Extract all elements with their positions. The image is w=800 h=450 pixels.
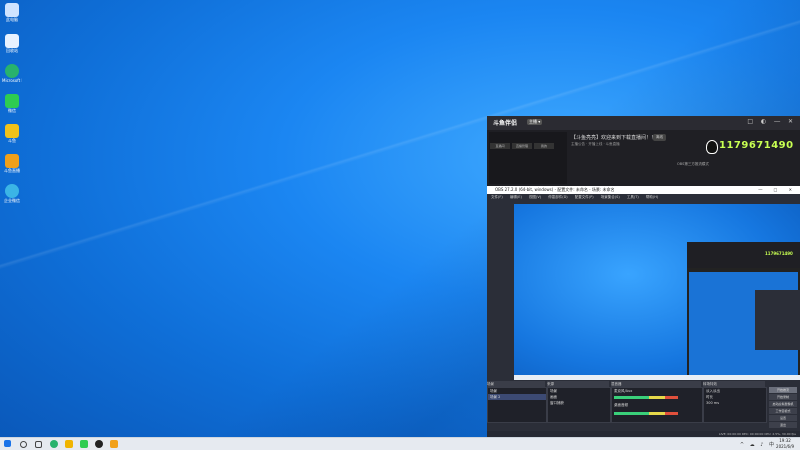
douyu-shortcut[interactable]: 斗鱼 [2,124,22,150]
transition-duration-input[interactable]: 300 ms [704,400,766,406]
nested-qq-number: 1179671490 [765,251,793,256]
menu-help[interactable]: 帮助(H) [646,195,658,199]
wecom-shortcut[interactable]: 企业微信 [2,184,22,210]
audio-mixer: 麦克风/Aux 桌面音频 [611,387,703,423]
wechat-icon [5,94,19,108]
window-controls[interactable]: □ ◐ ― ✕ [747,118,796,125]
trash-icon [5,34,19,48]
obs-window-controls[interactable]: ― □ ✕ [758,186,797,194]
computer-icon [5,3,19,17]
mixer-track-name: 麦克风/Aux [614,389,633,393]
nested-capture: 1179671490 [687,242,800,380]
douyu-titlebar: 斗鱼伴侣 主播 ▾ □ ◐ ― ✕ [487,116,800,130]
exit-button[interactable]: 退出 [769,422,797,428]
edge-shortcut[interactable]: Microsoft Edge [2,64,22,90]
role-dropdown[interactable]: 主播 ▾ [527,119,543,125]
audio-meter [614,412,678,415]
douyu-window: 斗鱼伴侣 主播 ▾ □ ◐ ― ✕ 直播间 直播管理 我的 【斗鱼亮亮】欢迎来到下载… [487,116,800,186]
source-item[interactable]: 窗口捕获 [548,400,610,406]
status-badge: 离线 [653,134,666,141]
obs-window: OBS 27.2.0 (64-bit, windows) - 配置文件: 未命名… [487,186,800,437]
studio-mode-button[interactable]: 工作室模式 [769,408,797,414]
clock-date: 2021/6/9 [776,444,794,449]
recycle-bin-icon[interactable]: 回收站 [2,34,22,60]
menu-docks[interactable]: 停靠部件(D) [548,195,567,199]
search-icon[interactable] [20,441,27,448]
tab-live-room[interactable]: 直播间 [490,143,510,149]
task-view-icon[interactable] [35,441,42,448]
douyu-icon [5,124,19,138]
douyu-sidebar: 直播间 直播管理 我的 [489,132,567,184]
obs-icon[interactable] [95,440,103,448]
taskbar: ^ ☁ ♪ 中 19:32 2021/6/9 [0,437,800,450]
file-explorer-icon[interactable] [65,440,73,448]
edge-icon [5,64,19,78]
wechat-shortcut[interactable]: 微信 [2,94,22,120]
qq-penguin-icon [706,140,718,154]
obs-mode-hint: OBS第三方推流模式 [677,162,709,166]
room-subtitle: 主播公告 · 开播上线 · 斗鱼直播 [571,142,620,146]
qq-number: 1179671490 [719,140,794,151]
audio-meter [614,396,678,399]
obs-title: OBS 27.2.0 (64-bit, windows) - 配置文件: 未命名… [495,187,615,192]
menu-tools[interactable]: 工具(T) [627,195,639,199]
menu-scene-collection[interactable]: 场景集合(S) [601,195,620,199]
settings-button[interactable]: 设置 [769,415,797,421]
douyu-logo: 斗鱼伴侣 [493,120,518,127]
start-icon[interactable] [4,440,11,447]
menu-edit[interactable]: 编辑(E) [510,195,522,199]
tab-mine[interactable]: 我的 [534,143,554,149]
tab-live-manage[interactable]: 直播管理 [512,143,532,149]
obs-preview[interactable]: 1179671490 [514,204,800,380]
wecom-icon [5,184,19,198]
douyu-icon[interactable] [110,440,118,448]
mixer-track-name: 桌面音频 [614,403,628,407]
room-title: 【斗鱼亮亮】欢迎来到下载直播间！！ [571,135,657,141]
preview-taskbar [514,375,800,380]
this-pc-icon[interactable]: 此电脑 [2,3,22,29]
start-recording-button[interactable]: 开始录制 [769,394,797,400]
start-streaming-button[interactable]: 开始推流 [769,387,797,393]
scenes-list: 场景 场景 2 [487,387,547,423]
sources-list: 场景 画面 窗口捕获 [547,387,611,423]
virtual-camera-button[interactable]: 启动虚拟摄像机 [769,401,797,407]
edge-icon[interactable] [50,440,58,448]
obs-titlebar: OBS 27.2.0 (64-bit, windows) - 配置文件: 未命名… [487,186,800,194]
menu-view[interactable]: 视图(V) [529,195,541,199]
fish-icon [5,154,19,168]
douyu-live-shortcut[interactable]: 斗鱼直播 [2,154,22,180]
menu-profile[interactable]: 配置文件(P) [575,195,594,199]
clock[interactable]: 19:32 2021/6/9 [776,438,794,450]
system-tray[interactable]: ^ ☁ ♪ 中 [740,441,776,448]
wechat-icon[interactable] [80,440,88,448]
obs-menubar: 文件(F) 编辑(E) 视图(V) 停靠部件(D) 配置文件(P) 场景集合(S… [487,194,800,201]
transitions-panel: 淡入淡出 时长 300 ms [703,387,767,423]
scene-item[interactable]: 场景 2 [488,394,546,400]
menu-file[interactable]: 文件(F) [491,195,503,199]
